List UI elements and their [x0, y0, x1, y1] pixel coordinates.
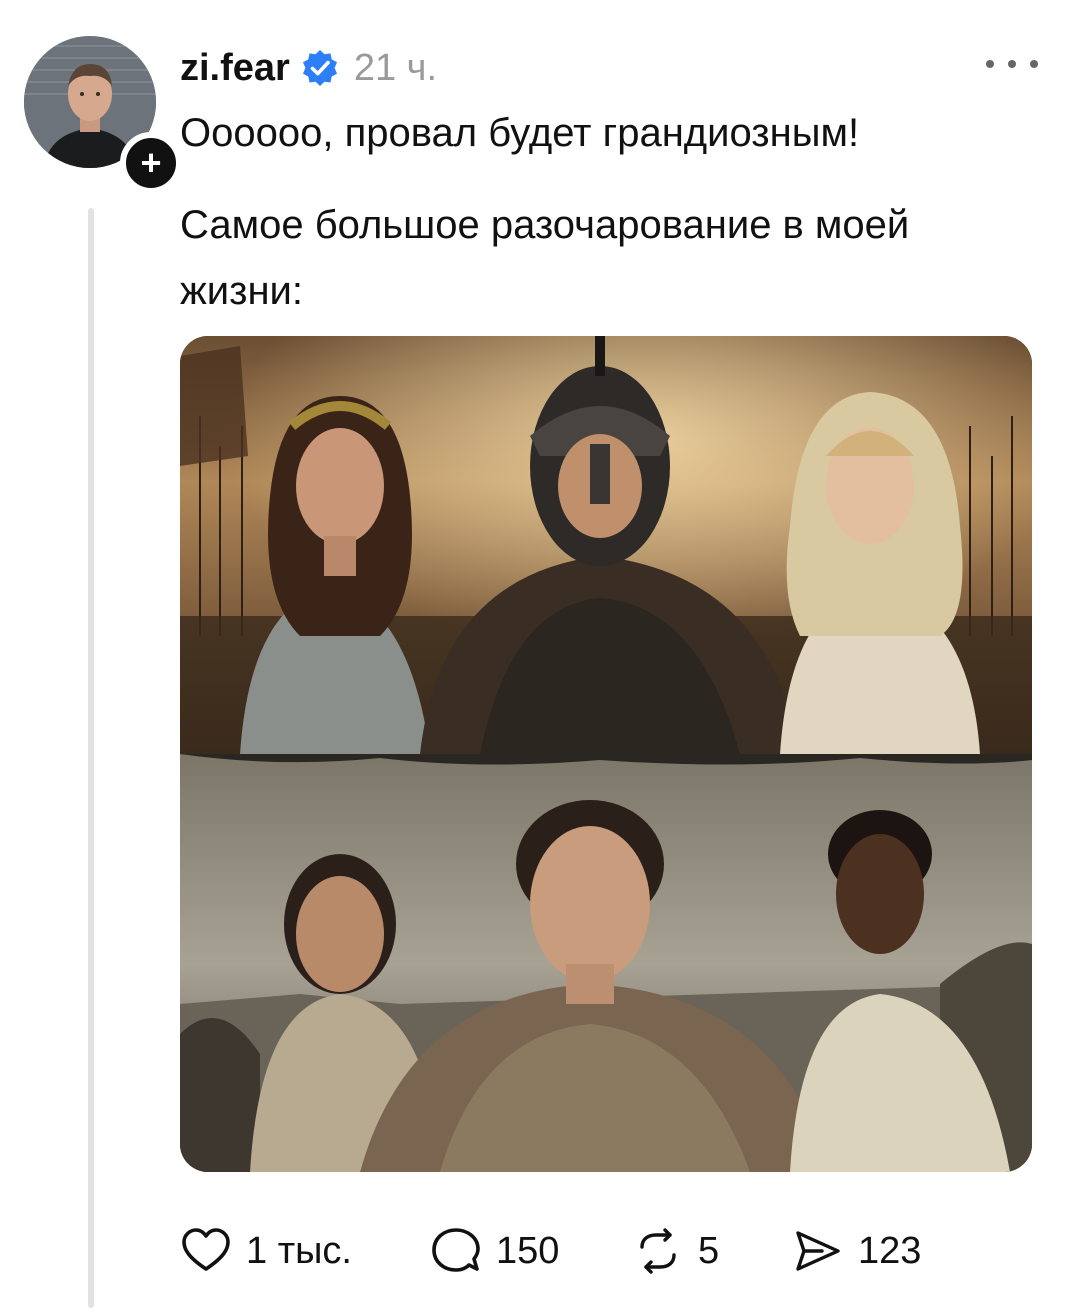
avatar[interactable]: + [24, 36, 182, 194]
reply-count: 150 [496, 1229, 560, 1272]
image-panel-bottom [180, 754, 1032, 1172]
like-count: 1 тыс. [246, 1229, 352, 1272]
share-count: 123 [858, 1229, 922, 1272]
more-options-icon[interactable] [986, 52, 1038, 76]
username[interactable]: zi.fear [180, 47, 290, 90]
repost-button[interactable]: 5 [632, 1218, 719, 1284]
send-icon [792, 1225, 844, 1277]
share-button[interactable]: 123 [792, 1218, 921, 1284]
post-image[interactable] [180, 336, 1032, 1172]
post-text-line-1: Оооооо, провал будет грандиозным! [180, 111, 860, 155]
post-actions: 1 тыс. 150 5 123 [180, 1218, 1040, 1284]
post-header: zi.fear 21 ч. [180, 40, 437, 96]
repost-icon [632, 1225, 684, 1277]
post-timestamp: 21 ч. [353, 46, 438, 89]
repost-count: 5 [698, 1229, 720, 1272]
heart-icon [180, 1225, 232, 1277]
like-button[interactable]: 1 тыс. [180, 1218, 352, 1284]
thread-line [88, 208, 94, 1308]
reply-button[interactable]: 150 [430, 1218, 559, 1284]
verified-badge-icon [300, 48, 340, 88]
post-text-line-2: Самое большое разочарование в моей жизни… [180, 203, 910, 313]
image-panel-top [180, 336, 1032, 754]
comment-bubble-icon [430, 1225, 482, 1277]
follow-plus-icon[interactable]: + [120, 132, 182, 194]
